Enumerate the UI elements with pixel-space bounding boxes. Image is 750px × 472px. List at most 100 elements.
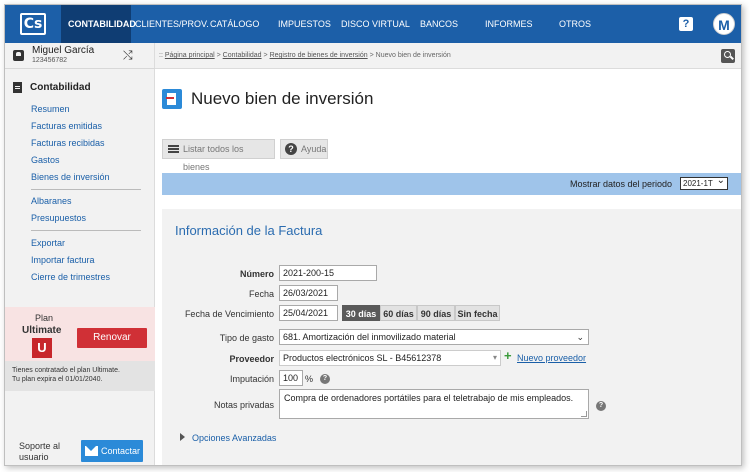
sidebar-item-bienes-inversion[interactable]: Bienes de inversión [31, 172, 110, 182]
period-select[interactable]: 2021-1T [680, 175, 728, 190]
breadcrumb-link-home[interactable]: Página principal [165, 52, 215, 59]
plus-icon[interactable]: + [504, 348, 512, 363]
period-label: Mostrar datos del periodo [570, 179, 673, 189]
list-all-label: Listar todos los bienes [183, 144, 244, 172]
breadcrumb-bar: :: Página principal > Contabilidad > Reg… [155, 43, 741, 69]
numero-label: Número [239, 269, 274, 279]
contact-button[interactable]: Contactar [81, 440, 143, 462]
question-icon: ? [285, 143, 297, 155]
section-label: Contabilidad [30, 82, 91, 93]
sidebar-divider [31, 189, 141, 190]
user-id: 123456782 [32, 57, 68, 64]
list-icon [168, 145, 179, 147]
plan-label: Plan [35, 313, 54, 323]
document-icon [13, 82, 22, 93]
proveedor-label: Proveedor [229, 354, 274, 364]
chevron-down-icon: ▾ [492, 353, 497, 362]
notas-textarea[interactable]: Compra de ordenadores portátiles para el… [279, 389, 589, 419]
new-provider-link[interactable]: Nuevo proveedor [517, 353, 586, 363]
app-window: Cs CONTABILIDAD CLIENTES/PROV. CATÁLOGO … [4, 4, 742, 466]
vencimiento-label: Fecha de Vencimiento [184, 309, 274, 319]
tipo-gasto-label: Tipo de gasto [219, 333, 274, 343]
breadcrumb-link-contabilidad[interactable]: Contabilidad [223, 52, 262, 59]
contact-label: Contactar [101, 446, 141, 456]
breadcrumb-link-registro[interactable]: Registro de bienes de inversión [270, 52, 368, 59]
fecha-input[interactable]: 26/03/2021 [279, 285, 338, 301]
no-date-button[interactable]: Sin fecha [455, 305, 500, 321]
plan-info: Tienes contratado el plan Ultimate. Tu p… [5, 361, 155, 391]
support-label: Soporte al usuario [19, 441, 61, 462]
section-contabilidad: Contabilidad [13, 82, 91, 93]
chevron-down-icon: ⌄ [576, 332, 584, 342]
tipo-gasto-value: 681. Amortización del inmovilizado mater… [283, 332, 456, 342]
proveedor-combobox[interactable]: Productos electrónicos SL - B45612378 ▾ [279, 350, 501, 366]
plan-logo-icon: U [32, 338, 52, 358]
user-name: Miguel García [32, 45, 95, 56]
vencimiento-input[interactable]: 25/04/2021 [279, 305, 338, 321]
imputacion-input[interactable]: 100 [279, 370, 303, 386]
breadcrumb-sep: > [263, 52, 268, 59]
page-title: Nuevo bien de inversión [191, 89, 374, 108]
plan-box: Plan Ultimate U Renovar [5, 307, 155, 361]
swap-arrows-icon[interactable]: ⤭ [123, 48, 133, 63]
sidebar-item-gastos[interactable]: Gastos [31, 155, 60, 165]
period-bar: Mostrar datos del periodo 2021-1T [162, 173, 741, 195]
help-button[interactable]: ? Ayuda [280, 139, 328, 159]
advanced-options-toggle[interactable]: Opciones Avanzadas [192, 433, 276, 443]
nav-clientes[interactable]: CLIENTES/PROV. [129, 5, 215, 43]
nav-informes[interactable]: INFORMES [479, 5, 539, 43]
user-row: Miguel García 123456782 ⤭ [5, 43, 155, 69]
tipo-gasto-select[interactable]: 681. Amortización del inmovilizado mater… [279, 329, 589, 345]
help-label: Ayuda [301, 144, 327, 154]
sidebar-item-facturas-emitidas[interactable]: Facturas emitidas [31, 121, 102, 131]
notas-label: Notas privadas [213, 400, 274, 410]
sidebar: Miguel García 123456782 ⤭ Contabilidad R… [5, 43, 155, 465]
renew-button[interactable]: Renovar [77, 328, 147, 348]
nav-otros[interactable]: OTROS [553, 5, 597, 43]
mail-icon [85, 446, 98, 456]
imputacion-label: Imputación [229, 374, 274, 384]
invoice-panel: Información de la Factura Número 2021-20… [162, 209, 741, 465]
sidebar-item-facturas-recibidas[interactable]: Facturas recibidas [31, 138, 105, 148]
plan-info-line: Tienes contratado el plan Ultimate. [12, 367, 120, 374]
plan-info-line: Tu plan expira el 01/01/2040. [12, 376, 103, 383]
days-30-button[interactable]: 30 días [342, 305, 380, 321]
breadcrumb-sep: > [369, 52, 374, 59]
search-icon[interactable] [721, 49, 735, 63]
nav-impuestos[interactable]: IMPUESTOS [272, 5, 337, 43]
proveedor-value: Productos electrónicos SL - B45612378 [283, 353, 442, 363]
app-logo[interactable]: Cs [5, 5, 61, 43]
days-60-button[interactable]: 60 días [380, 305, 417, 321]
fecha-label: Fecha [248, 289, 274, 299]
sidebar-item-exportar[interactable]: Exportar [31, 238, 65, 248]
numero-input[interactable]: 2021-200-15 [279, 265, 377, 281]
breadcrumb-current: Nuevo bien de inversión [375, 52, 451, 59]
sidebar-item-albaranes[interactable]: Albaranes [31, 196, 72, 206]
nav-bancos[interactable]: BANCOS [414, 5, 464, 43]
breadcrumb-sep: > [216, 52, 221, 59]
sidebar-divider [31, 230, 141, 231]
sidebar-item-resumen[interactable]: Resumen [31, 104, 70, 114]
user-card-icon [13, 50, 24, 61]
help-icon[interactable]: ? [679, 17, 693, 31]
invoice-icon [162, 89, 182, 109]
list-all-button[interactable]: Listar todos los bienes [162, 139, 275, 172]
percent-label: % [305, 374, 314, 384]
logo-text: Cs [20, 13, 46, 35]
nav-contabilidad[interactable]: CONTABILIDAD [61, 5, 136, 43]
days-90-button[interactable]: 90 días [417, 305, 455, 321]
nav-disco-virtual[interactable]: DISCO VIRTUAL [335, 5, 416, 43]
breadcrumb-prefix: :: [159, 52, 163, 59]
caret-right-icon[interactable] [180, 433, 185, 441]
plan-name: Ultimate [22, 325, 62, 336]
nav-catalogo[interactable]: CATÁLOGO [204, 5, 265, 43]
breadcrumb: :: Página principal > Contabilidad > Reg… [159, 52, 451, 59]
avatar[interactable]: M [713, 13, 735, 35]
panel-title: Información de la Factura [175, 223, 323, 238]
sidebar-item-cierre-trimestres[interactable]: Cierre de trimestres [31, 272, 110, 282]
notas-help-icon[interactable]: ? [596, 401, 606, 411]
top-nav: Cs CONTABILIDAD CLIENTES/PROV. CATÁLOGO … [5, 5, 741, 43]
imputacion-help-icon[interactable]: ? [320, 374, 330, 384]
sidebar-item-importar-factura[interactable]: Importar factura [31, 255, 95, 265]
sidebar-item-presupuestos[interactable]: Presupuestos [31, 213, 86, 223]
